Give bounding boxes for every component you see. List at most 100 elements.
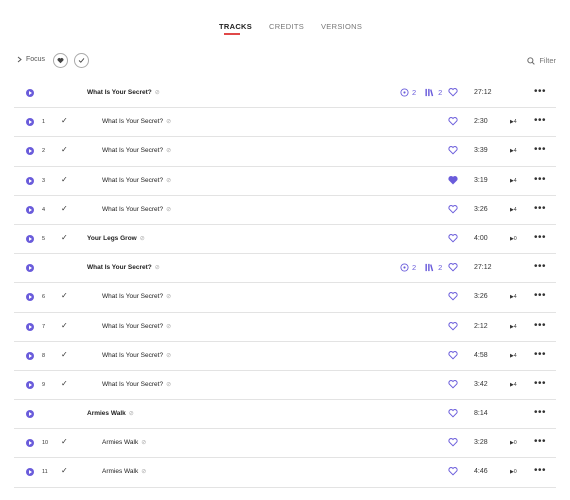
version-stats[interactable]: 2 2 [400, 263, 442, 272]
track-title[interactable]: What Is Your Secret? ⊘ [102, 293, 171, 300]
play-icon[interactable] [26, 118, 34, 127]
heart-icon[interactable] [448, 116, 458, 126]
heart-icon[interactable] [448, 175, 458, 185]
check-icon[interactable]: ✓ [61, 204, 68, 213]
group-row[interactable]: What Is Your Secret? ⊘ 2 2 27:12 ••• [14, 254, 556, 284]
play-icon[interactable] [26, 410, 34, 419]
heart-icon[interactable] [448, 437, 458, 447]
track-row[interactable]: 11 ✓ Armies Walk ⊘ 4:46 ▶0 ••• [14, 458, 556, 488]
heart-icon[interactable] [448, 87, 458, 97]
focus-label: Focus [26, 56, 46, 63]
more-options-icon[interactable]: ••• [534, 349, 546, 360]
track-row[interactable]: 10 ✓ Armies Walk ⊘ 3:28 ▶0 ••• [14, 429, 556, 459]
track-row[interactable]: 2 ✓ What Is Your Secret? ⊘ 3:39 ▶4 ••• [14, 137, 556, 167]
play-icon[interactable] [26, 176, 34, 185]
play-icon[interactable] [26, 205, 34, 214]
more-options-icon[interactable]: ••• [534, 407, 546, 418]
track-title[interactable]: What Is Your Secret? ⊘ [102, 323, 171, 330]
more-options-icon[interactable]: ••• [534, 320, 546, 331]
owned-filter-button[interactable] [74, 53, 89, 68]
play-icon[interactable] [26, 351, 34, 360]
heart-icon[interactable] [448, 262, 458, 272]
check-icon[interactable]: ✓ [61, 379, 68, 388]
more-options-icon[interactable]: ••• [534, 86, 546, 97]
track-row[interactable]: 3 ✓ What Is Your Secret? ⊘ 3:19 ▶4 ••• [14, 167, 556, 196]
track-title[interactable]: What Is Your Secret? ⊘ [102, 118, 171, 125]
tab-tracks[interactable]: TRACKS [219, 22, 252, 31]
heart-icon[interactable] [448, 466, 458, 476]
track-title-text: What Is Your Secret? [102, 380, 164, 388]
heart-icon[interactable] [448, 233, 458, 243]
more-options-icon[interactable]: ••• [534, 290, 546, 301]
play-icon[interactable] [26, 234, 34, 243]
play-icon[interactable] [26, 439, 34, 448]
track-row[interactable]: 1 ✓ What Is Your Secret? ⊘ 2:30 ▶4 ••• [14, 108, 556, 138]
track-title[interactable]: Armies Walk ⊘ [87, 410, 134, 417]
track-title[interactable]: Armies Walk ⊘ [102, 439, 146, 446]
track-title[interactable]: What Is Your Secret? ⊘ [102, 352, 171, 359]
favorites-filter-button[interactable] [53, 53, 68, 68]
track-title[interactable]: Armies Walk ⊘ [102, 468, 146, 475]
track-title[interactable]: What Is Your Secret? ⊘ [102, 381, 171, 388]
track-title[interactable]: What Is Your Secret? ⊘ [87, 264, 160, 271]
more-options-icon[interactable]: ••• [534, 203, 546, 214]
track-row[interactable]: 4 ✓ What Is Your Secret? ⊘ 3:26 ▶4 ••• [14, 196, 556, 225]
check-icon[interactable]: ✓ [61, 116, 68, 125]
more-options-icon[interactable]: ••• [534, 378, 546, 389]
track-title[interactable]: Your Legs Grow ⊘ [87, 235, 145, 242]
play-count-value: 0 [513, 440, 517, 447]
play-icon[interactable] [26, 322, 34, 331]
more-options-icon[interactable]: ••• [534, 261, 546, 272]
track-row[interactable]: 9 ✓ What Is Your Secret? ⊘ 3:42 ▶4 ••• [14, 371, 556, 401]
group-row[interactable]: Armies Walk ⊘ 8:14 ••• [14, 400, 556, 430]
check-icon[interactable]: ✓ [61, 466, 68, 475]
play-icon[interactable] [26, 293, 34, 302]
heart-icon[interactable] [448, 204, 458, 214]
heart-icon[interactable] [448, 291, 458, 301]
link-icon: ⊘ [154, 90, 160, 96]
check-icon[interactable]: ✓ [61, 350, 68, 359]
more-options-icon[interactable]: ••• [534, 174, 546, 185]
filter-button[interactable]: Filter [527, 56, 556, 65]
track-row[interactable]: 6 ✓ What Is Your Secret? ⊘ 3:26 ▶4 ••• [14, 283, 556, 313]
track-title-text: What Is Your Secret? [87, 264, 152, 272]
tab-credits[interactable]: CREDITS [269, 22, 304, 31]
more-options-icon[interactable]: ••• [534, 465, 546, 476]
track-title[interactable]: What Is Your Secret? ⊘ [102, 147, 171, 154]
tab-versions[interactable]: VERSIONS [321, 22, 362, 31]
track-title[interactable]: What Is Your Secret? ⊘ [102, 177, 171, 184]
check-icon[interactable]: ✓ [61, 321, 68, 330]
check-icon[interactable]: ✓ [61, 291, 68, 300]
focus-toggle[interactable]: Focus [17, 56, 45, 63]
track-title[interactable]: What Is Your Secret? ⊘ [102, 206, 171, 213]
heart-icon[interactable] [448, 350, 458, 360]
track-row[interactable]: 8 ✓ What Is Your Secret? ⊘ 4:58 ▶4 ••• [14, 342, 556, 371]
play-icon[interactable] [26, 264, 34, 273]
more-options-icon[interactable]: ••• [534, 232, 546, 243]
play-icon[interactable] [26, 468, 34, 477]
track-number: 11 [42, 469, 48, 476]
group-row[interactable]: What Is Your Secret? ⊘ 2 2 27:12 ••• [14, 79, 556, 109]
track-row[interactable]: 5 ✓ Your Legs Grow ⊘ 4:00 ▶0 ••• [14, 225, 556, 255]
check-icon [78, 58, 85, 63]
play-count-value: 4 [513, 381, 517, 388]
check-icon[interactable]: ✓ [61, 437, 68, 446]
more-options-icon[interactable]: ••• [534, 436, 546, 447]
track-title[interactable]: What Is Your Secret? ⊘ [87, 89, 160, 96]
heart-icon[interactable] [448, 321, 458, 331]
more-options-icon[interactable]: ••• [534, 115, 546, 126]
check-icon[interactable]: ✓ [61, 175, 68, 184]
duration: 4:58 [474, 351, 488, 359]
track-row[interactable]: 7 ✓ What Is Your Secret? ⊘ 2:12 ▶4 ••• [14, 313, 556, 342]
heart-icon[interactable] [448, 408, 458, 418]
check-icon[interactable]: ✓ [61, 233, 68, 242]
play-icon[interactable] [26, 147, 34, 156]
heart-icon[interactable] [448, 379, 458, 389]
play-icon[interactable] [26, 380, 34, 389]
version-stats[interactable]: 2 2 [400, 88, 442, 97]
heart-icon[interactable] [448, 145, 458, 155]
check-icon[interactable]: ✓ [61, 145, 68, 154]
link-icon: ⊘ [166, 294, 172, 301]
play-icon[interactable] [26, 89, 34, 97]
more-options-icon[interactable]: ••• [534, 144, 546, 155]
